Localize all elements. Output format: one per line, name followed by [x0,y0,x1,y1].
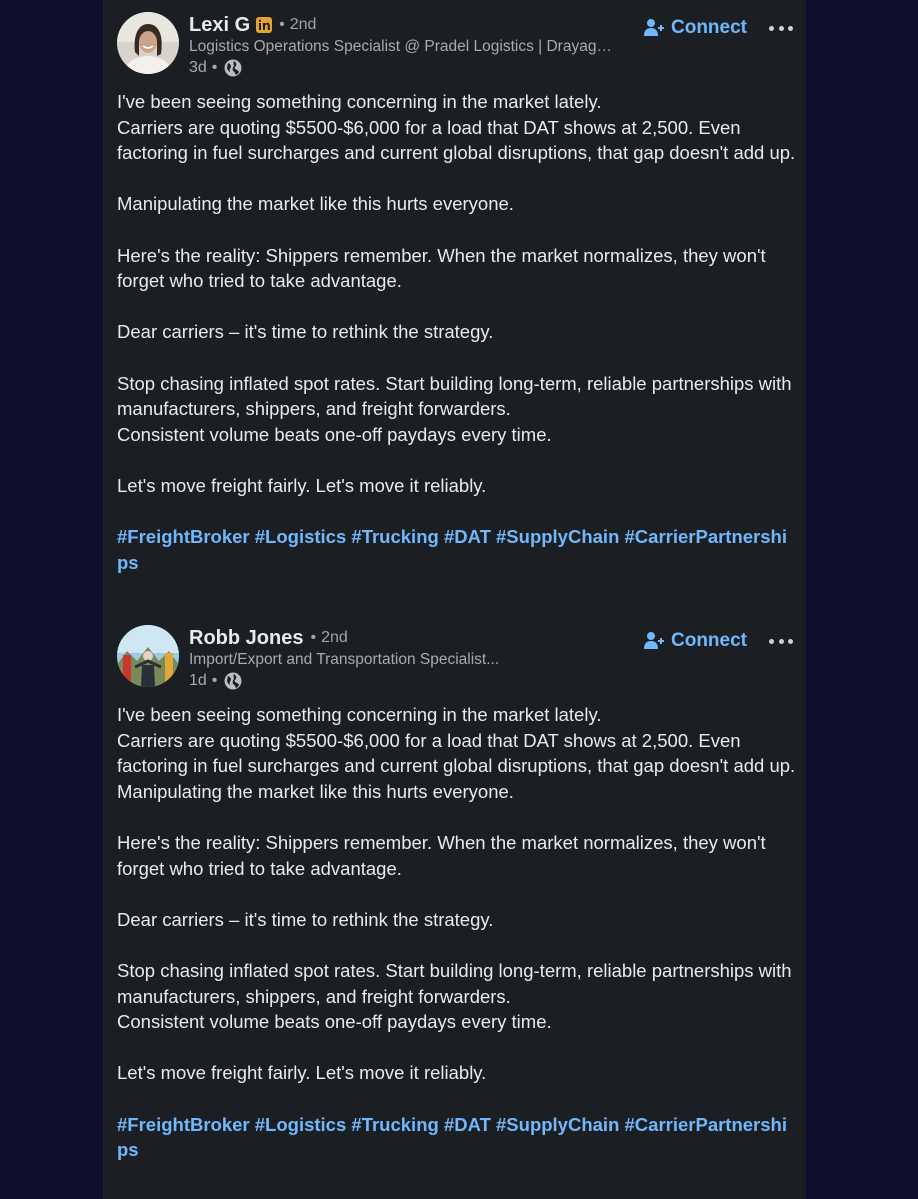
hashtag-link[interactable]: #DAT [444,1114,491,1135]
more-icon [769,25,793,31]
author-headline: Import/Export and Transportation Special… [189,651,500,668]
separator-dot: • [211,672,218,689]
separator-dot: • [211,59,218,76]
post-paragraph: Let's move freight fairly. Let's move it… [117,1060,797,1086]
post-body: I've been seeing something concerning in… [117,702,797,1163]
post-line: Carriers are quoting $5500-$6,000 for a … [117,116,796,164]
connect-button[interactable]: Connect [643,14,747,42]
post-paragraph: Let's move freight fairly. Let's move it… [117,473,797,499]
more-options-button[interactable] [769,18,795,38]
post-line: Stop chasing inflated spot rates. Start … [117,959,792,1007]
more-options-button[interactable] [769,631,795,651]
hashtag-link[interactable]: #SupplyChain [496,1114,619,1135]
post-paragraph: Manipulating the market like this hurts … [117,191,797,217]
post-line: Consistent volume beats one-off paydays … [117,1011,552,1033]
author-name[interactable]: Robb Jones [189,627,303,650]
hashtag-link[interactable]: #Trucking [351,526,438,547]
post-line: Dear carriers – it's time to rethink the… [117,321,494,343]
author-line: Lexi G • 2nd [189,12,316,38]
add-person-icon [644,632,664,649]
post-time: 3d [189,59,207,76]
connect-button[interactable]: Connect [643,627,747,655]
post-paragraph: Here's the reality: Shippers remember. W… [117,830,797,881]
post-line: Here's the reality: Shippers remember. W… [117,244,766,292]
globe-icon [224,672,242,690]
post-line: I've been seeing something concerning in… [117,704,602,725]
avatar[interactable] [117,625,179,687]
post-line: Dear carriers – it's time to rethink the… [117,908,494,930]
connection-degree: 2nd [289,16,317,33]
hashtag-link[interactable]: #Logistics [255,1114,347,1135]
post-paragraph: I've been seeing something concerning in… [117,702,797,804]
hashtag-link[interactable]: #Trucking [351,1114,438,1135]
post-line: Consistent volume beats one-off paydays … [117,423,552,445]
separator-dot: • [310,629,317,646]
connect-label: Connect [671,630,747,651]
author-name[interactable]: Lexi G [189,14,250,37]
linkedin-premium-icon [256,17,273,33]
post-line: Stop chasing inflated spot rates. Start … [117,372,792,420]
connection-degree: 2nd [321,629,348,646]
post-meta: 1d • [189,671,243,691]
separator-dot: • [279,16,285,33]
post-line: Let's move freight fairly. Let's move it… [117,1062,487,1084]
post-paragraph: Dear carriers – it's time to rethink the… [117,907,797,933]
hashtags: #FreightBroker #Logistics #Trucking #DAT… [117,1112,797,1163]
post-body: I've been seeing something concerning in… [117,89,797,575]
hashtag-link[interactable]: #FreightBroker [117,526,250,547]
post-line: Manipulating the market like this hurts … [117,193,514,215]
connect-label: Connect [671,17,747,38]
more-icon [769,638,793,644]
post-time: 1d [189,672,207,689]
post-paragraph: I've been seeing something concerning in… [117,89,797,166]
hashtags: #FreightBroker #Logistics #Trucking #DAT… [117,524,797,575]
post-line: I've been seeing something concerning in… [117,91,602,112]
post-paragraph: Here's the reality: Shippers remember. W… [117,243,797,294]
hashtag-link[interactable]: #SupplyChain [496,526,619,547]
globe-icon [224,59,242,77]
avatar[interactable] [117,12,179,74]
hashtag-link[interactable]: #Logistics [255,526,347,547]
post-line: Let's move freight fairly. Let's move it… [117,474,487,496]
post-paragraph: Stop chasing inflated spot rates. Start … [117,958,797,1035]
post-paragraph: Dear carriers – it's time to rethink the… [117,319,797,345]
feed: Lexi G • 2nd Logistics Operations Specia… [103,0,806,1199]
post-meta: 3d • [189,58,243,78]
hashtag-link[interactable]: #FreightBroker [117,1114,250,1135]
hashtag-link[interactable]: #DAT [444,526,491,547]
post-line: Manipulating the market like this hurts … [117,780,514,802]
add-person-icon [644,19,664,36]
post-paragraph: Stop chasing inflated spot rates. Start … [117,371,797,448]
author-line: Robb Jones • 2nd [189,625,348,651]
author-headline: Logistics Operations Specialist @ Pradel… [189,38,612,55]
post-line: Here's the reality: Shippers remember. W… [117,831,766,879]
post-line: Carriers are quoting $5500-$6,000 for a … [117,729,796,777]
